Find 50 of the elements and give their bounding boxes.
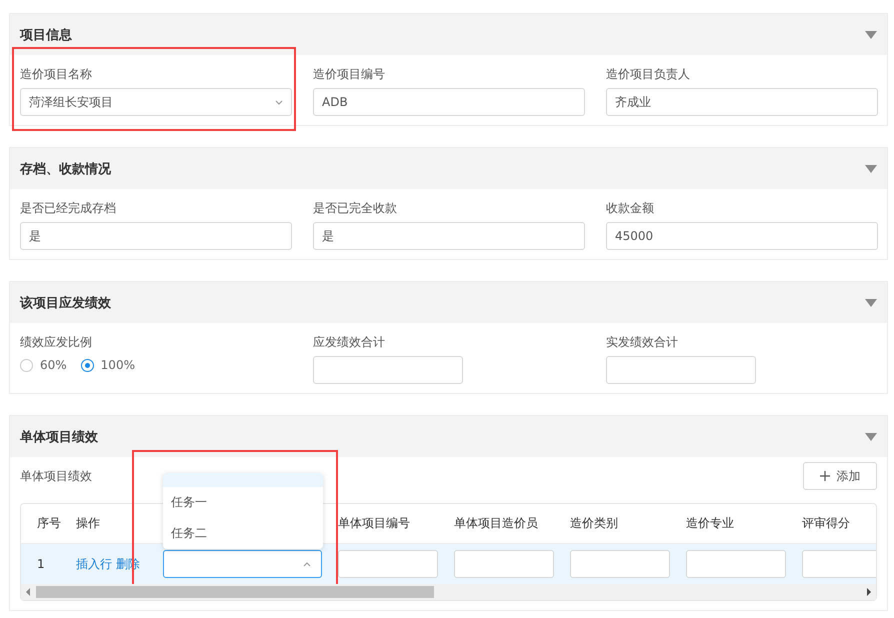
field-label: 应发绩效合计 xyxy=(313,334,386,350)
input-field[interactable] xyxy=(606,356,756,384)
collapse-triangle-icon[interactable] xyxy=(865,298,877,306)
chevron-up-icon xyxy=(303,562,311,566)
dropdown-option[interactable]: 任务一 xyxy=(163,487,323,518)
section-title: 该项目应发绩效 xyxy=(20,294,111,312)
action-link[interactable]: 插入行 xyxy=(76,556,112,570)
input-field[interactable] xyxy=(686,550,786,578)
radio-option[interactable]: 60% xyxy=(20,358,67,372)
table-title: 单体项目绩效 xyxy=(20,468,92,484)
field-label: 是否已经完成存档 xyxy=(20,200,117,216)
chevron-down-icon xyxy=(275,100,283,104)
column-header: 单体项目造价员 xyxy=(454,515,539,532)
field-label: 是否已完全收款 xyxy=(313,200,398,216)
column-header: 单体项目编号 xyxy=(338,515,411,532)
column-header: 造价类别 xyxy=(570,515,619,532)
collapse-triangle-icon[interactable] xyxy=(865,30,877,38)
section-title: 存档、收款情况 xyxy=(20,160,111,178)
section-title: 项目信息 xyxy=(20,26,72,44)
input-field[interactable] xyxy=(338,550,438,578)
input-field[interactable]: 45000 xyxy=(606,222,878,250)
input-field[interactable]: ADB xyxy=(313,88,585,116)
input-field[interactable] xyxy=(454,550,554,578)
select-field[interactable]: 菏泽组长安项目 xyxy=(20,88,292,116)
input-field[interactable] xyxy=(313,356,463,384)
field-label: 实发绩效合计 xyxy=(606,334,679,350)
column-header: 操作 xyxy=(76,515,101,532)
collapse-triangle-icon[interactable] xyxy=(865,164,877,172)
input-field[interactable]: 齐成业 xyxy=(606,88,878,116)
input-field[interactable] xyxy=(802,550,876,578)
table-cell: 1 xyxy=(37,557,45,571)
input-field[interactable] xyxy=(570,550,670,578)
column-header: 造价专业 xyxy=(686,515,735,532)
dropdown-option[interactable]: 任务二 xyxy=(163,518,323,549)
add-button[interactable]: 添加 xyxy=(803,462,877,490)
field-label: 绩效应发比例 xyxy=(20,334,93,350)
horizontal-scrollbar[interactable] xyxy=(21,584,876,600)
plus-icon xyxy=(820,471,830,481)
collapse-triangle-icon[interactable] xyxy=(865,432,877,440)
field-label: 造价项目负责人 xyxy=(606,66,691,82)
field-label: 收款金额 xyxy=(606,200,655,216)
field-label: 造价项目编号 xyxy=(313,66,386,82)
column-header: 评审得分 xyxy=(802,515,851,532)
input-field[interactable]: 是 xyxy=(20,222,292,250)
select-field[interactable] xyxy=(163,550,322,578)
field-label: 造价项目名称 xyxy=(20,66,93,82)
input-field[interactable]: 是 xyxy=(313,222,585,250)
section-title: 单体项目绩效 xyxy=(20,428,98,446)
column-header: 序号 xyxy=(36,515,62,532)
radio-option[interactable]: 100% xyxy=(80,358,135,372)
